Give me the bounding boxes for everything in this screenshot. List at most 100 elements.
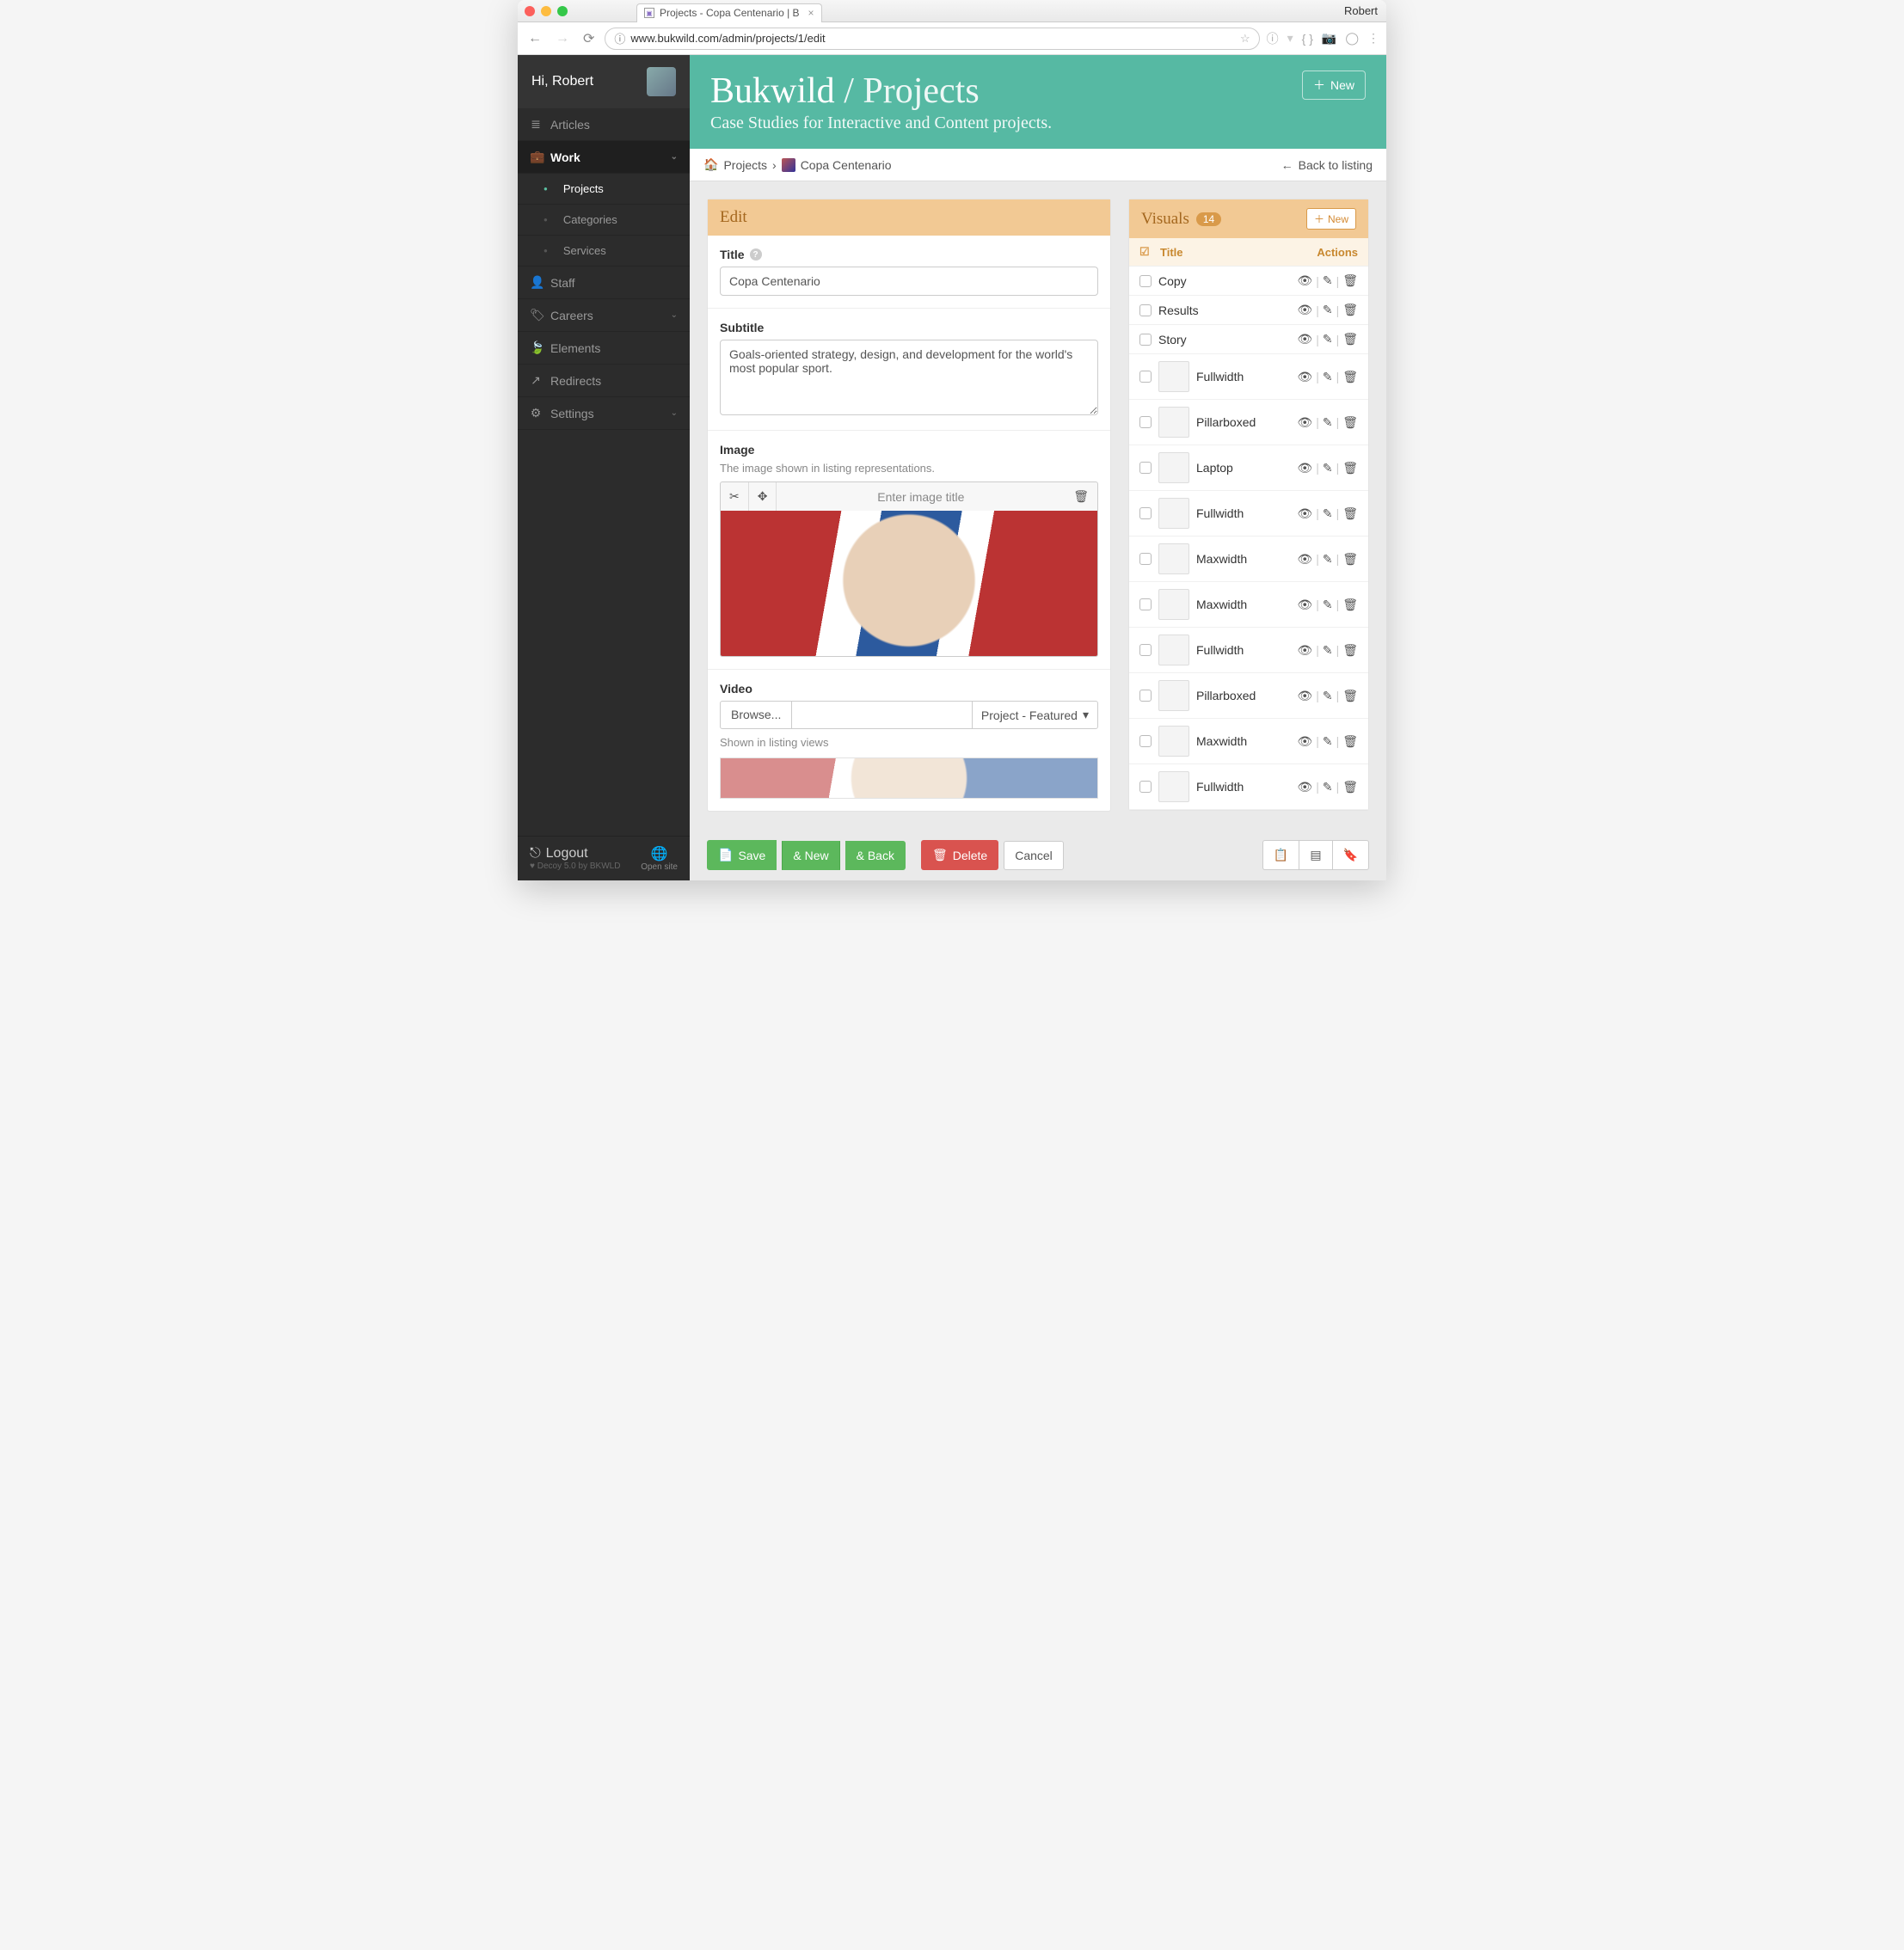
save-and-new-button[interactable]: & New <box>782 841 839 870</box>
edit-icon[interactable]: ✎ <box>1323 332 1333 346</box>
bookmark-icon[interactable]: 🔖 <box>1332 840 1369 870</box>
nav-forward-icon[interactable]: → <box>552 31 573 46</box>
nav-item-projects[interactable]: Projects <box>518 174 690 205</box>
nav-item-categories[interactable]: Categories <box>518 205 690 236</box>
edit-icon[interactable]: ✎ <box>1323 643 1333 658</box>
visual-title[interactable]: Pillarboxed <box>1196 689 1290 702</box>
video-path-input[interactable] <box>792 701 972 729</box>
edit-icon[interactable]: ✎ <box>1323 273 1333 288</box>
eye-icon[interactable]: 👁 <box>1297 303 1312 317</box>
browser-tab[interactable]: ▣ Projects - Copa Centenario | B × <box>636 3 822 22</box>
info-icon[interactable]: ⓘ <box>614 30 625 46</box>
eye-icon[interactable]: 👁 <box>1297 506 1312 521</box>
edit-icon[interactable]: ✎ <box>1323 303 1333 317</box>
home-icon[interactable]: 🏠 <box>703 157 718 172</box>
visual-title[interactable]: Maxwidth <box>1196 734 1290 748</box>
title-input[interactable] <box>720 267 1098 296</box>
nav-item-careers[interactable]: 🏷Careers⌄ <box>518 299 690 332</box>
save-and-back-button[interactable]: & Back <box>845 841 906 870</box>
move-icon[interactable]: ✥ <box>749 482 777 511</box>
nav-item-services[interactable]: Services <box>518 236 690 267</box>
image-preview[interactable] <box>720 511 1098 657</box>
edit-icon[interactable]: ✎ <box>1323 689 1333 703</box>
nav-item-articles[interactable]: ≣Articles <box>518 108 690 141</box>
row-checkbox[interactable] <box>1139 644 1152 656</box>
eye-icon[interactable]: 👁 <box>1297 461 1312 475</box>
row-checkbox[interactable] <box>1139 690 1152 702</box>
trash-icon[interactable]: 🗑 <box>1342 332 1358 346</box>
visual-title[interactable]: Fullwidth <box>1196 506 1290 520</box>
crop-icon[interactable]: ✂ <box>721 482 749 511</box>
url-field[interactable]: ⓘ www.bukwild.com/admin/projects/1/edit … <box>605 28 1259 50</box>
ext-info-icon[interactable]: ⓘ <box>1267 30 1279 47</box>
nav-item-staff[interactable]: 👤Staff <box>518 267 690 299</box>
select-all-icon[interactable]: ☑ <box>1139 245 1160 259</box>
eye-icon[interactable]: 👁 <box>1297 552 1312 567</box>
eye-icon[interactable]: 👁 <box>1297 734 1312 749</box>
row-checkbox[interactable] <box>1139 598 1152 610</box>
edit-icon[interactable]: ✎ <box>1323 506 1333 521</box>
subtitle-input[interactable]: Goals-oriented strategy, design, and dev… <box>720 340 1098 415</box>
nav-item-redirects[interactable]: ↗Redirects <box>518 365 690 397</box>
nav-back-icon[interactable]: ← <box>525 31 545 46</box>
row-checkbox[interactable] <box>1139 416 1152 428</box>
window-minimize[interactable] <box>541 6 551 16</box>
eye-icon[interactable]: 👁 <box>1297 332 1312 346</box>
nav-item-work[interactable]: 💼Work⌄ <box>518 141 690 174</box>
reload-icon[interactable]: ⟳ <box>580 30 598 47</box>
trash-icon[interactable]: 🗑 <box>1342 734 1358 749</box>
trash-icon[interactable]: 🗑 <box>1342 461 1358 475</box>
new-button[interactable]: ＋ New <box>1302 71 1366 100</box>
row-checkbox[interactable] <box>1139 371 1152 383</box>
row-checkbox[interactable] <box>1139 304 1152 316</box>
trash-icon[interactable]: 🗑 <box>1342 370 1358 384</box>
visual-title[interactable]: Laptop <box>1196 461 1290 475</box>
ext-circle-icon[interactable]: ◯ <box>1345 31 1359 46</box>
eye-icon[interactable]: 👁 <box>1297 598 1312 612</box>
trash-icon[interactable]: 🗑 <box>1342 689 1358 703</box>
cancel-button[interactable]: Cancel <box>1004 841 1064 870</box>
trash-icon[interactable]: 🗑 <box>1342 415 1358 430</box>
trash-icon[interactable]: 🗑 <box>1342 506 1358 521</box>
new-visual-button[interactable]: ＋ New <box>1306 208 1356 230</box>
eye-icon[interactable]: 👁 <box>1297 273 1312 288</box>
crumb-root[interactable]: Projects <box>723 158 767 172</box>
visual-title[interactable]: Maxwidth <box>1196 552 1290 566</box>
window-close[interactable] <box>525 6 535 16</box>
row-checkbox[interactable] <box>1139 735 1152 747</box>
open-site-link[interactable]: 🌐 Open site <box>641 845 678 872</box>
trash-icon[interactable]: 🗑 <box>1342 598 1358 612</box>
user-avatar[interactable] <box>647 67 676 96</box>
visual-title[interactable]: Pillarboxed <box>1196 415 1290 429</box>
trash-icon[interactable]: 🗑 <box>1342 643 1358 658</box>
row-checkbox[interactable] <box>1139 781 1152 793</box>
trash-icon[interactable]: 🗑 <box>1342 780 1358 794</box>
eye-icon[interactable]: 👁 <box>1297 689 1312 703</box>
logout-link[interactable]: ⎋ Logout <box>530 846 620 862</box>
trash-icon[interactable]: 🗑 <box>1342 273 1358 288</box>
ext-camera-icon[interactable]: 📷 <box>1322 31 1336 46</box>
trash-icon[interactable]: 🗑 <box>1342 303 1358 317</box>
image-title-input[interactable]: Enter image title <box>777 483 1065 511</box>
edit-icon[interactable]: ✎ <box>1323 461 1333 475</box>
list-icon[interactable]: ▤ <box>1299 840 1331 870</box>
browse-button[interactable]: Browse... <box>720 701 792 729</box>
eye-icon[interactable]: 👁 <box>1297 415 1312 430</box>
row-checkbox[interactable] <box>1139 334 1152 346</box>
visual-title[interactable]: Story <box>1158 333 1290 346</box>
row-checkbox[interactable] <box>1139 275 1152 287</box>
visual-title[interactable]: Maxwidth <box>1196 598 1290 611</box>
row-checkbox[interactable] <box>1139 462 1152 474</box>
star-icon[interactable]: ☆ <box>1240 32 1250 46</box>
help-icon[interactable]: ? <box>750 248 762 261</box>
ext-v-icon[interactable]: ▾ <box>1287 31 1293 46</box>
nav-item-elements[interactable]: 🍃Elements <box>518 332 690 365</box>
tab-close-icon[interactable]: × <box>808 7 814 19</box>
copy-icon[interactable]: 📋 <box>1262 840 1299 870</box>
trash-icon[interactable]: 🗑 <box>1065 482 1097 511</box>
edit-icon[interactable]: ✎ <box>1323 780 1333 794</box>
delete-button[interactable]: 🗑 Delete <box>921 840 998 870</box>
edit-icon[interactable]: ✎ <box>1323 598 1333 612</box>
video-type-dropdown[interactable]: Project - Featured ▾ <box>972 701 1098 729</box>
visual-title[interactable]: Copy <box>1158 274 1290 288</box>
